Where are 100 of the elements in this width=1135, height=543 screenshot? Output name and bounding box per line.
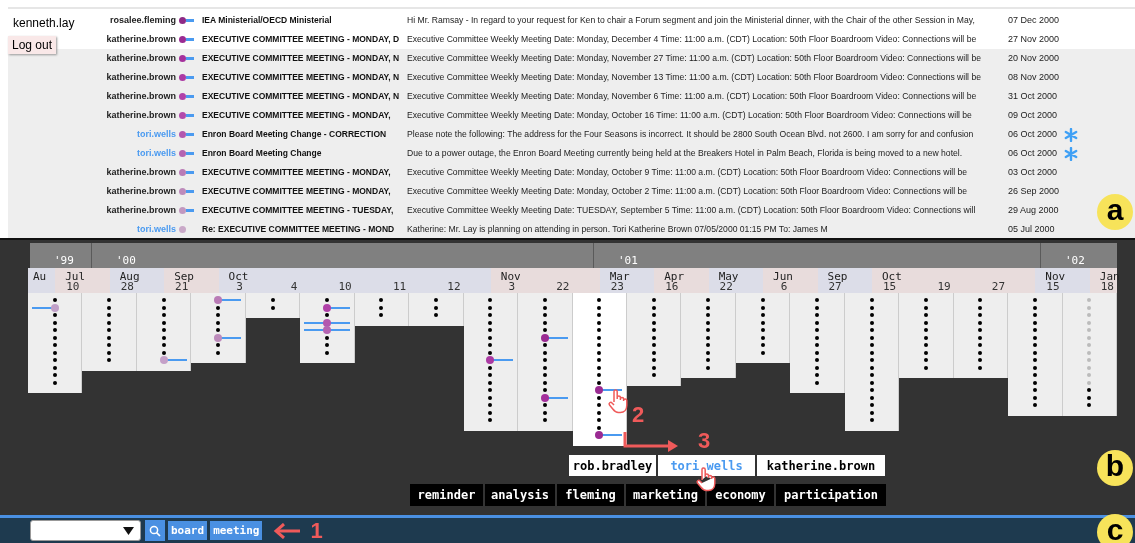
timeline-column[interactable] <box>518 293 573 431</box>
hand-cursor-icon <box>606 388 630 414</box>
user-name: kenneth.lay <box>13 15 75 32</box>
email-date: 07 Dec 2000 <box>1008 13 1061 27</box>
email-date: 06 Oct 2000 <box>1008 127 1059 141</box>
email-subject: EXECUTIVE COMMITTEE MEETING - MONDAY, N <box>202 52 401 65</box>
timeline-column[interactable] <box>572 293 627 446</box>
timeline-column[interactable] <box>1008 293 1063 416</box>
timeline-column[interactable] <box>28 293 83 393</box>
day-label: 21 <box>175 281 189 292</box>
logout-button[interactable]: Log out <box>8 36 57 54</box>
day-label: 22 <box>556 281 570 292</box>
keyword-chip[interactable]: fleming <box>557 484 624 506</box>
email-body: Please note the following: The address for the Four Seasons is incorrect. It should be 2800 South Ocean Blvd. not 2600. I am sorry for and confusion <box>407 128 975 141</box>
sender-name[interactable]: katherine.brown <box>103 108 176 123</box>
email-row[interactable]: tori.wells Enron Board Meeting Change Due to a power outage, the Enron Board Meeting currently being held at the Breakers Hotel in Palm Beach, Florida is being moved to a new hotel. 06 Oct 2000 <box>103 144 1135 163</box>
email-date: 20 Nov 2000 <box>1008 51 1061 65</box>
email-subject: EXECUTIVE COMMITTEE MEETING - MONDAY, <box>202 166 392 179</box>
email-subject: EXECUTIVE COMMITTEE MEETING - MONDAY, <box>202 185 392 198</box>
timeline-column[interactable] <box>681 293 736 378</box>
sender-name[interactable]: katherine.brown <box>103 32 176 47</box>
day-label: 27 <box>991 281 1006 292</box>
month-label: Mar <box>609 271 630 282</box>
month-band <box>763 268 818 293</box>
email-subject: Enron Board Meeting Change - CORRECTION <box>202 128 388 141</box>
timeline-column[interactable] <box>627 293 682 386</box>
timeline-column[interactable] <box>953 293 1009 378</box>
sender-name[interactable]: katherine.brown <box>103 70 176 85</box>
email-body: Katherine: Mr. Lay is planning on attending in person. Tori Katherine Brown 07/05/2000 01:15 PM To: James M <box>407 223 829 236</box>
day-label: 12 <box>447 281 461 292</box>
keyword-chip[interactable]: participation <box>776 484 886 506</box>
keyword-chip[interactable]: economy <box>707 484 774 506</box>
timeline-column[interactable] <box>1062 293 1118 416</box>
year-label: '01 <box>618 254 638 267</box>
email-date: 31 Oct 2000 <box>1008 89 1059 103</box>
month-label: Apr <box>664 271 685 282</box>
email-body: Executive Committee Weekly Meeting Date: Monday, November 27 Time: 11:00 a.m. (CDT) Location: 50th Floor Boardroom Video: Connections will be <box>407 52 982 65</box>
email-date: 29 Aug 2000 <box>1008 203 1060 217</box>
month-label: Nov <box>500 271 521 282</box>
timeline-column[interactable] <box>899 293 954 378</box>
day-label: 4 <box>290 281 298 292</box>
sender-name[interactable]: katherine.brown <box>103 184 176 199</box>
day-label: 3 <box>236 281 243 292</box>
email-subject: EXECUTIVE COMMITTEE MEETING - TUESDAY, <box>202 204 395 217</box>
day-label: 28 <box>120 281 134 292</box>
day-label: 10 <box>338 281 352 292</box>
month-label: Nov <box>1045 271 1066 282</box>
sender-name[interactable]: katherine.brown <box>103 203 176 218</box>
day-label: 19 <box>937 281 951 292</box>
person-chip[interactable]: rob.bradley <box>569 455 656 476</box>
month-label: Aug <box>119 271 140 282</box>
sender-name[interactable]: katherine.brown <box>103 165 176 180</box>
day-label: 16 <box>665 281 679 292</box>
timeline-column[interactable] <box>790 293 845 393</box>
day-label: 23 <box>610 281 624 292</box>
timeline-column[interactable] <box>136 293 192 371</box>
email-body: Executive Committee Weekly Meeting Date: Monday, November 6 Time: 11:00 a.m. (CDT) Location: 50th Floor Boardroom Video: Connections will be <box>407 90 978 103</box>
day-label: 3 <box>508 281 516 292</box>
email-body: Executive Committee Weekly Meeting Date: Monday, October 16 Time: 11:00 a.m. (CDT) Location: 50th Floor Boardroom Video: Connections will be <box>407 109 973 122</box>
email-date: 09 Oct 2000 <box>1008 108 1059 122</box>
sender-name[interactable]: katherine.brown <box>103 89 176 104</box>
month-label: Jun <box>773 271 793 282</box>
email-date: 26 Sep 2000 <box>1008 184 1061 198</box>
month-label: Au <box>33 271 47 282</box>
keyword-chip[interactable]: reminder <box>410 484 483 506</box>
step-number: 3 <box>698 427 711 455</box>
email-body: Hi Mr. Ramsay - In regard to your request for Ken to chair a Forum segment and join the Ministerial dinner, with the Chair of the other Session in May, <box>407 14 976 27</box>
person-chip[interactable]: katherine.brown <box>757 455 885 476</box>
search-button[interactable] <box>145 520 165 541</box>
email-body: Executive Committee Weekly Meeting Date: Monday, October 9 Time: 11:00 a.m. (CDT) Location: 50th Floor Boardroom Video: Connections will be <box>407 166 969 179</box>
timeline-column[interactable] <box>844 293 900 431</box>
email-body: Executive Committee Weekly Meeting Date: Monday, October 2 Time: 11:00 a.m. (CDT) Location: 50th Floor Boardroom Video: Connections will be <box>407 185 969 198</box>
email-body: Due to a power outage, the Enron Board Meeting currently being held at the Breakers Hotel in Palm Beach, Florida is being moved to a new hotel. <box>407 147 964 160</box>
month-band <box>708 268 764 293</box>
timeline-column[interactable] <box>82 293 137 371</box>
sender-name[interactable]: katherine.brown <box>103 51 176 66</box>
email-date: 27 Nov 2000 <box>1008 32 1061 46</box>
month-label: Jul <box>65 271 86 282</box>
caret-icon <box>123 526 134 535</box>
step-number: 1 <box>310 519 323 542</box>
sender-name[interactable]: rosalee.fleming <box>103 13 176 28</box>
email-subject: EXECUTIVE COMMITTEE MEETING - MONDAY, N <box>202 71 401 84</box>
email-date: 08 Nov 2000 <box>1008 70 1061 84</box>
email-subject: EXECUTIVE COMMITTEE MEETING - MONDAY, D <box>202 33 401 46</box>
email-body: Executive Committee Weekly Meeting Date: Monday, November 13 Time: 11:00 a.m. (CDT) Location: 50th Floor Boardroom Video: Connections will be <box>407 71 982 84</box>
annotation-arrow <box>272 522 303 539</box>
month-label: Oct <box>881 271 902 282</box>
month-band <box>654 268 709 293</box>
timeline-column[interactable] <box>463 293 519 431</box>
email-subject: EXECUTIVE COMMITTEE MEETING - MONDAY, N <box>202 90 401 103</box>
timeline-column[interactable] <box>735 293 791 363</box>
day-label: 27 <box>828 281 842 292</box>
year-label: '99 <box>54 254 74 267</box>
keyword-chip[interactable]: analysis <box>485 484 555 506</box>
month-label: Sep <box>827 271 848 282</box>
email-subject: Enron Board Meeting Change <box>202 147 323 160</box>
dropdown-field[interactable] <box>30 520 141 541</box>
email-subject: IEA Ministerial/OECD Ministerial <box>202 14 333 27</box>
email-subject: Re: EXECUTIVE COMMITTEE MEETING - MOND <box>202 223 396 236</box>
keyword-chip[interactable]: marketing <box>626 484 705 506</box>
